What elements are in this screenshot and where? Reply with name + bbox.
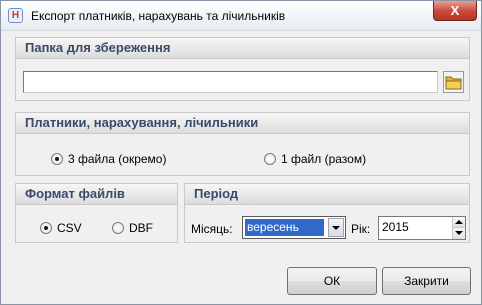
month-select-value: вересень xyxy=(245,219,324,236)
spin-down-icon[interactable] xyxy=(452,228,465,239)
period-group: Період Місяць: вересень Рік: 2015 xyxy=(184,183,470,243)
file-format-header: Формат файлів xyxy=(16,184,177,205)
folder-icon xyxy=(443,71,464,93)
title-bar[interactable]: Н Експорт платників, нарахувань та лічил… xyxy=(1,1,481,31)
window-close-button[interactable]: X xyxy=(433,1,477,21)
radio-dbf-indicator[interactable] xyxy=(112,222,124,234)
radio-dbf[interactable]: DBF xyxy=(112,221,153,235)
month-select[interactable]: вересень xyxy=(242,216,346,239)
save-folder-header: Папка для збереження xyxy=(16,38,469,59)
radio-csv-label: CSV xyxy=(57,221,82,235)
radio-csv-indicator[interactable] xyxy=(40,222,52,234)
year-spinner[interactable]: 2015 xyxy=(378,216,466,240)
save-folder-group: Папка для збереження xyxy=(15,37,470,101)
window-title: Експорт платників, нарахувань та лічильн… xyxy=(31,9,286,23)
browse-folder-button[interactable] xyxy=(443,71,464,93)
export-dialog: Н Експорт платників, нарахувань та лічил… xyxy=(0,0,482,305)
spin-up-icon[interactable] xyxy=(452,217,465,228)
year-value[interactable]: 2015 xyxy=(382,220,409,234)
radio-csv[interactable]: CSV xyxy=(40,221,82,235)
year-spin-buttons xyxy=(452,217,465,239)
export-mode-group: Платники, нарахування, лічильники 3 файл… xyxy=(15,112,470,176)
year-label: Рік: xyxy=(351,222,371,236)
radio-dbf-label: DBF xyxy=(129,221,153,235)
ok-button[interactable]: ОК xyxy=(287,267,377,295)
radio-three-files[interactable]: 3 файла (окремо) xyxy=(51,152,166,166)
close-button[interactable]: Закрити xyxy=(382,267,471,295)
radio-one-file-indicator[interactable] xyxy=(264,153,276,165)
radio-one-file-label: 1 файл (разом) xyxy=(281,152,367,166)
radio-three-files-indicator[interactable] xyxy=(51,153,63,165)
app-icon: Н xyxy=(8,8,23,23)
folder-path-input[interactable] xyxy=(23,71,438,93)
chevron-down-icon[interactable] xyxy=(328,218,344,237)
period-header: Період xyxy=(185,184,469,205)
radio-three-files-label: 3 файла (окремо) xyxy=(68,152,167,166)
export-mode-header: Платники, нарахування, лічильники xyxy=(16,113,469,134)
radio-one-file[interactable]: 1 файл (разом) xyxy=(264,152,366,166)
file-format-group: Формат файлів CSV DBF xyxy=(15,183,178,243)
month-label: Місяць: xyxy=(191,222,233,236)
